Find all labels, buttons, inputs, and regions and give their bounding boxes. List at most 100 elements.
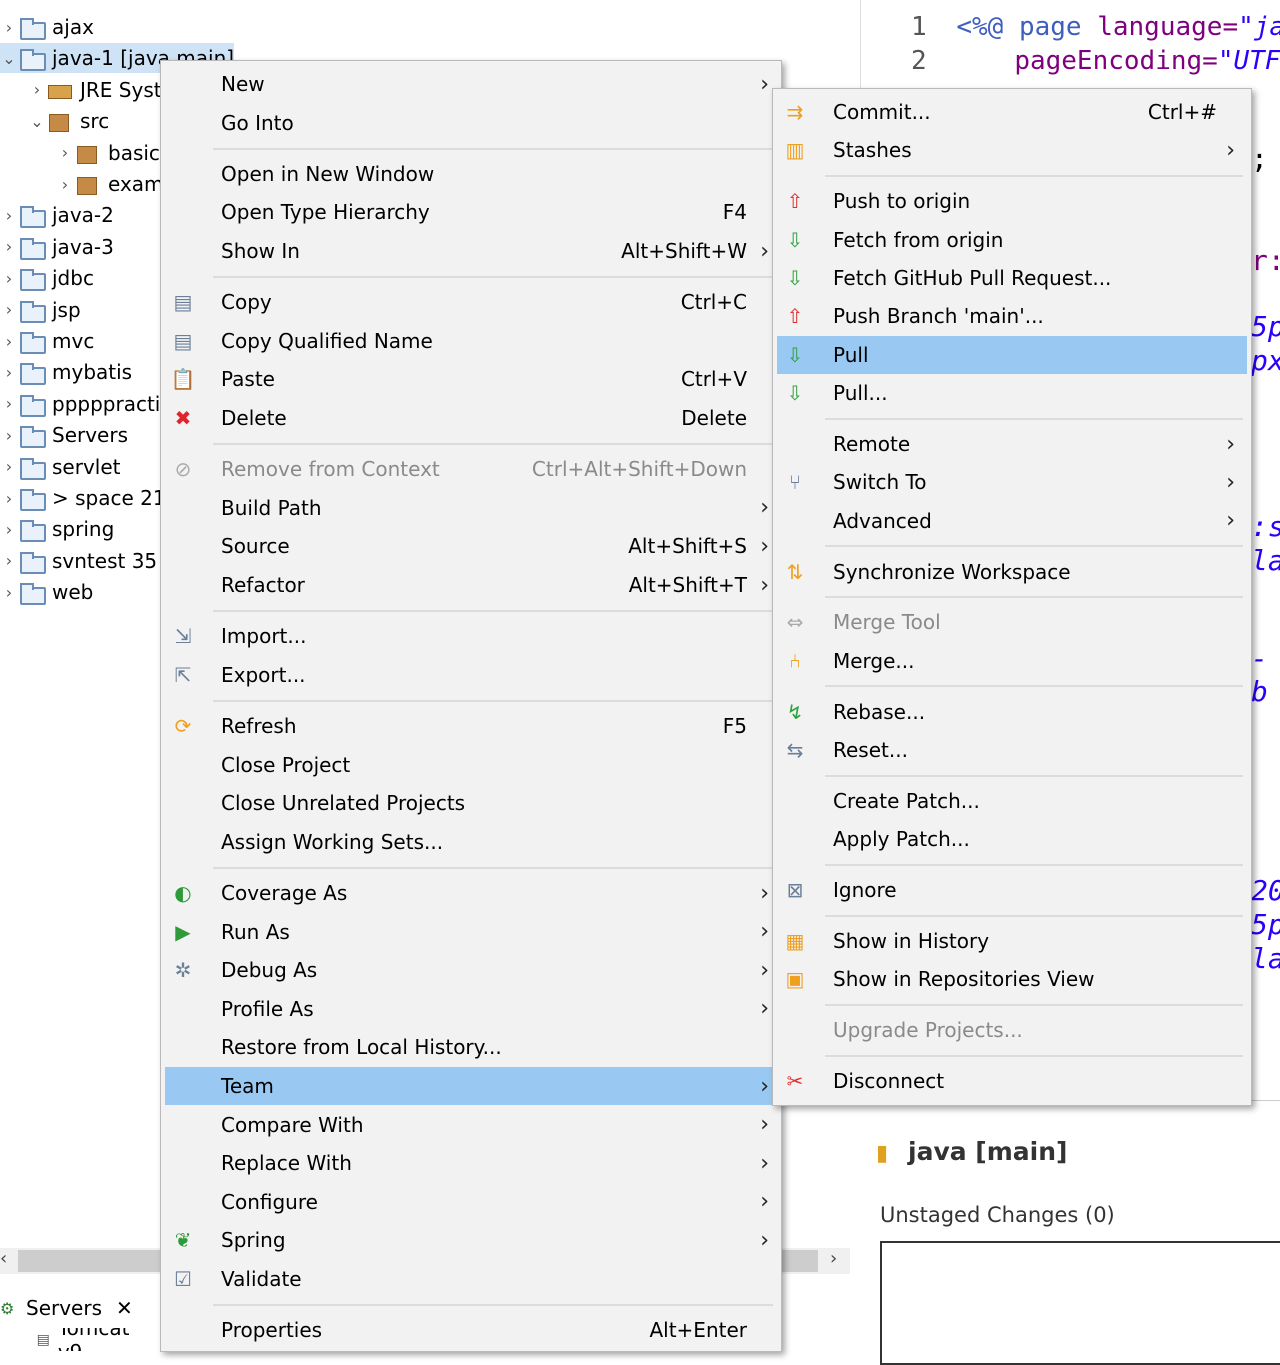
tree-item[interactable]: ›project-iconjava-3 (0, 232, 114, 262)
menu-item-copy[interactable]: ▤ Copy Ctrl+C (165, 283, 777, 321)
tree-item-label: JRE Syst (80, 77, 162, 102)
menu-item-source[interactable]: Source Alt+Shift+S › (165, 527, 777, 565)
menu-item-switch-to[interactable]: ⑂ Switch To › (777, 463, 1247, 501)
tree-item[interactable]: ›project-iconsvntest 35 (0, 546, 157, 576)
menu-item-stashes[interactable]: ▥ Stashes › (777, 131, 1247, 169)
close-icon[interactable]: ✕ (116, 1296, 133, 1320)
menu-item-remote[interactable]: Remote › (777, 425, 1247, 463)
menu-item-new[interactable]: New › (165, 65, 777, 103)
menu-item-push-to-origin[interactable]: ⇧ Push to origin (777, 182, 1247, 220)
menu-item-validate[interactable]: ☑ Validate (165, 1260, 777, 1298)
expand-icon[interactable]: › (0, 457, 18, 476)
expand-icon[interactable]: › (0, 489, 18, 508)
menu-item-fetch-from-origin[interactable]: ⇩ Fetch from origin (777, 221, 1247, 259)
menu-item-restore-from-local-history[interactable]: Restore from Local History... (165, 1028, 777, 1066)
menu-item-disconnect[interactable]: ✂ Disconnect (777, 1062, 1247, 1100)
menu-item-open-type-hierarchy[interactable]: Open Type Hierarchy F4 (165, 193, 777, 231)
menu-item-close-unrelated-projects[interactable]: Close Unrelated Projects (165, 784, 777, 822)
menu-item-pull[interactable]: ⇩ Pull... (777, 374, 1247, 412)
menu-item-rebase[interactable]: ↯ Rebase... (777, 693, 1247, 731)
tree-item[interactable]: ›library-icon JRE Syst (28, 75, 162, 105)
expand-icon[interactable]: › (0, 551, 18, 570)
menu-item-copy-qualified-name[interactable]: ▤ Copy Qualified Name (165, 322, 777, 360)
tree-item[interactable]: ›project-iconweb (0, 577, 93, 607)
tree-item[interactable]: ›project-iconjsp (0, 295, 81, 325)
menu-item-paste[interactable]: 📋 Paste Ctrl+V (165, 360, 777, 398)
menu-item-export[interactable]: ⇱ Export... (165, 656, 777, 694)
expand-icon[interactable]: › (0, 332, 18, 351)
unstaged-changes-list[interactable] (880, 1241, 1280, 1365)
menu-item-label: Fetch from origin (833, 227, 1004, 252)
scroll-left-icon[interactable]: ‹ (0, 1248, 7, 1269)
menu-item-label: Spring (221, 1228, 286, 1253)
expand-icon[interactable]: › (0, 237, 18, 256)
tree-item[interactable]: ›project-iconajax (0, 12, 94, 42)
menu-item-open-in-new-window[interactable]: Open in New Window (165, 155, 777, 193)
menu-item-compare-with[interactable]: Compare With › (165, 1106, 777, 1144)
menu-item-delete[interactable]: ✖ Delete Delete (165, 399, 777, 437)
menu-item-configure[interactable]: Configure › (165, 1183, 777, 1221)
expand-icon[interactable]: › (0, 363, 18, 382)
expand-icon[interactable]: › (56, 143, 74, 162)
debug-icon: ✲ (174, 958, 192, 983)
servers-row[interactable]: ▤ Tomcat v9 (0, 1328, 160, 1351)
tree-item[interactable]: ⌄package-icon src (28, 106, 109, 136)
menu-item-show-in-repositories-view[interactable]: ▣ Show in Repositories View (777, 960, 1247, 998)
menu-item-merge[interactable]: ⑃ Merge... (777, 642, 1247, 680)
menu-separator (213, 442, 773, 445)
tree-item[interactable]: ›ms-project-iconspring (0, 514, 114, 544)
tree-item[interactable]: ›project-iconmybatis (0, 357, 132, 387)
menu-item-refresh[interactable]: ⟳ Refresh F5 (165, 707, 777, 745)
expand-icon[interactable]: › (0, 520, 18, 539)
menu-item-create-patch[interactable]: Create Patch... (777, 782, 1247, 820)
menu-item-shortcut: F5 (722, 714, 747, 738)
expand-icon[interactable]: › (0, 583, 18, 602)
menu-item-profile-as[interactable]: Profile As › (165, 990, 777, 1028)
collapse-icon[interactable]: ⌄ (0, 49, 18, 68)
tree-item[interactable]: ›ms-project-icon> space 21 (0, 483, 166, 513)
tree-item[interactable]: ›package-icon exam (56, 169, 164, 199)
menu-item-go-into[interactable]: Go Into (165, 104, 777, 142)
menu-item-reset[interactable]: ⇆ Reset... (777, 731, 1247, 769)
menu-item-properties[interactable]: Properties Alt+Enter (165, 1311, 777, 1349)
collapse-icon[interactable]: ⌄ (28, 112, 46, 131)
menu-item-apply-patch[interactable]: Apply Patch... (777, 820, 1247, 858)
menu-item-show-in[interactable]: Show In Alt+Shift+W › (165, 232, 777, 270)
menu-item-build-path[interactable]: Build Path › (165, 489, 777, 527)
tree-item[interactable]: ›project-iconjdbc (0, 263, 94, 293)
menu-item-push-branch-main[interactable]: ⇧ Push Branch 'main'... (777, 297, 1247, 335)
menu-item-refactor[interactable]: Refactor Alt+Shift+T › (165, 566, 777, 604)
tree-item[interactable]: ›package-icon basic (56, 138, 160, 168)
menu-item-run-as[interactable]: ▶ Run As › (165, 913, 777, 951)
menu-item-advanced[interactable]: Advanced › (777, 502, 1247, 540)
menu-item-pull[interactable]: ⇩ Pull (777, 335, 1247, 374)
expand-icon[interactable]: › (0, 18, 18, 37)
menu-item-team[interactable]: Team › (165, 1067, 777, 1105)
servers-view-tab[interactable]: ⚙ Servers ✕ (0, 1290, 160, 1326)
tree-item[interactable]: ›project-iconServers (0, 420, 128, 450)
tree-item[interactable]: ›project-iconmvc (0, 326, 94, 356)
menu-item-synchronize-workspace[interactable]: ⇅ Synchronize Workspace (777, 553, 1247, 591)
menu-item-commit[interactable]: ⇉ Commit... Ctrl+# (777, 93, 1247, 131)
expand-icon[interactable]: › (28, 80, 46, 99)
tree-item[interactable]: ›project-iconservlet (0, 452, 121, 482)
expand-icon[interactable]: › (56, 175, 74, 194)
menu-item-spring[interactable]: ❦ Spring › (165, 1221, 777, 1259)
expand-icon[interactable]: › (0, 206, 18, 225)
tree-item[interactable]: ›project-iconjava-2 (0, 200, 114, 230)
expand-icon[interactable]: › (0, 426, 18, 445)
expand-icon[interactable]: › (0, 300, 18, 319)
menu-item-coverage-as[interactable]: ◐ Coverage As › (165, 874, 777, 912)
menu-item-replace-with[interactable]: Replace With › (165, 1144, 777, 1182)
menu-item-show-in-history[interactable]: ▦ Show in History (777, 922, 1247, 960)
tree-item[interactable]: ›project-iconpppppractic (0, 389, 171, 419)
menu-item-import[interactable]: ⇲ Import... (165, 617, 777, 655)
menu-item-close-project[interactable]: Close Project (165, 746, 777, 784)
menu-item-debug-as[interactable]: ✲ Debug As › (165, 951, 777, 989)
menu-item-ignore[interactable]: ⊠ Ignore (777, 871, 1247, 909)
menu-item-assign-working-sets[interactable]: Assign Working Sets... (165, 823, 777, 861)
scroll-right-icon[interactable]: › (830, 1248, 837, 1269)
expand-icon[interactable]: › (0, 394, 18, 413)
expand-icon[interactable]: › (0, 269, 18, 288)
menu-item-fetch-github-pull-request[interactable]: ⇩ Fetch GitHub Pull Request... (777, 259, 1247, 297)
